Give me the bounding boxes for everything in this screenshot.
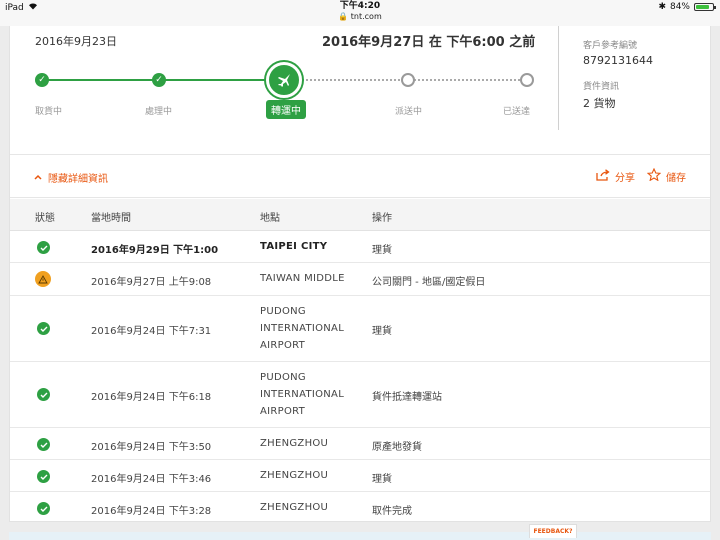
table-row: 2016年9月24日 下午7:31 PUDONG INTERNATIONAL A… (10, 296, 710, 362)
header-time: 當地時間 (91, 213, 131, 224)
status-bar: iPad 下午4:20 🔒 tnt.com ✱ 84% (0, 0, 720, 26)
row-action: 理貨 (372, 245, 392, 256)
table-row: 2016年9月24日 下午3:46 ZHENGZHOU 理貨 (10, 460, 710, 492)
table-row: 2016年9月24日 下午3:28 ZHENGZHOU 取件完成 (10, 492, 710, 524)
row-time: 2016年9月24日 下午3:50 (91, 442, 212, 453)
shipment-summary: 2016年9月23日 2016年9月27日 在 下午6:00 之前 ✓ 取貨中 … (10, 26, 710, 155)
star-icon (646, 167, 662, 184)
footer-strip (9, 532, 711, 540)
check-icon (37, 438, 50, 451)
row-time: 2016年9月24日 下午3:46 (91, 474, 212, 485)
row-location: ZHENGZHOU (260, 438, 329, 449)
header-status: 狀態 (35, 213, 55, 224)
progress-line-pending (302, 79, 528, 81)
row-action: 公司關門 - 地區/國定假日 (372, 277, 486, 288)
bluetooth-icon: ✱ (658, 2, 666, 12)
reference-block: 客戶參考編號 8792131644 貨件資訊 2 貨物 (583, 38, 653, 123)
step-delivery-label: 派送中 (395, 107, 423, 117)
row-action: 理貨 (372, 474, 392, 485)
check-icon (37, 322, 50, 335)
feedback-button[interactable]: FEEDBACK? (529, 524, 577, 538)
row-action: 取件完成 (372, 506, 412, 517)
divider (558, 26, 559, 130)
start-date: 2016年9月23日 (35, 35, 117, 48)
step-pickup-label: 取貨中 (35, 107, 63, 117)
save-button[interactable]: 儲存 (646, 167, 686, 184)
action-bar: 隱藏詳細資訊 分享 儲存 (10, 156, 710, 198)
chevron-up-icon (34, 172, 42, 183)
header-action: 操作 (372, 213, 392, 224)
table-row: 2016年9月27日 上午9:08 TAIWAN MIDDLE 公司關門 - 地… (10, 263, 710, 296)
row-time: 2016年9月24日 下午7:31 (91, 326, 212, 337)
plane-icon (266, 62, 302, 98)
cargo-value: 2 貨物 (583, 97, 616, 110)
table-header: 狀態 當地時間 地點 操作 (10, 199, 710, 231)
ref-label: 客戶參考編號 (583, 41, 638, 51)
battery-icon (694, 3, 716, 11)
eta: 2016年9月27日 在 下午6:00 之前 (322, 35, 536, 50)
row-location: ZHENGZHOU (260, 502, 329, 513)
ref-value: 8792131644 (583, 54, 653, 67)
table-row: 2016年9月24日 下午3:50 ZHENGZHOU 原產地發貨 (10, 428, 710, 460)
warning-icon (35, 271, 51, 287)
tracking-table: 狀態 當地時間 地點 操作 2016年9月29日 下午1:00 TAIPEI C… (10, 199, 710, 524)
url-bar[interactable]: 🔒 tnt.com (0, 12, 720, 22)
share-label: 分享 (615, 172, 635, 184)
shipment-card: 2016年9月23日 2016年9月27日 在 下午6:00 之前 ✓ 取貨中 … (9, 26, 711, 522)
battery-percent: 84% (669, 2, 690, 12)
hide-details-toggle[interactable]: 隱藏詳細資訊 (34, 170, 108, 185)
check-icon (37, 388, 50, 401)
step-delivery-icon (401, 73, 415, 87)
share-button[interactable]: 分享 (596, 168, 635, 184)
step-processing-icon: ✓ (152, 73, 166, 87)
row-time: 2016年9月29日 下午1:00 (91, 245, 219, 256)
save-label: 儲存 (666, 172, 686, 184)
clock: 下午4:20 (339, 1, 381, 11)
share-icon (596, 168, 610, 184)
check-icon (37, 502, 50, 515)
check-icon (37, 241, 50, 254)
header-location: 地點 (260, 213, 280, 224)
row-location: TAIPEI CITY (260, 241, 328, 252)
row-location: ZHENGZHOU (260, 470, 329, 481)
table-row: 2016年9月29日 下午1:00 TAIPEI CITY 理貨 (10, 231, 710, 263)
step-pickup-icon: ✓ (35, 73, 49, 87)
step-transit-label: 轉運中 (266, 100, 306, 119)
step-delivered-icon (520, 73, 534, 87)
row-time: 2016年9月27日 上午9:08 (91, 277, 212, 288)
step-delivered-label: 已送達 (503, 107, 531, 117)
row-action: 理貨 (372, 326, 392, 337)
progress-tracker: ✓ 取貨中 ✓ 處理中 轉運中 派送中 已送達 (10, 62, 558, 119)
check-icon (37, 470, 50, 483)
hide-details-label: 隱藏詳細資訊 (48, 174, 108, 185)
step-processing-label: 處理中 (145, 107, 173, 117)
row-action: 貨件抵達轉運站 (372, 392, 442, 403)
row-location: PUDONG INTERNATIONAL AIRPORT (260, 306, 345, 351)
row-time: 2016年9月24日 下午3:28 (91, 506, 212, 517)
row-location: TAIWAN MIDDLE (260, 273, 345, 284)
row-location: PUDONG INTERNATIONAL AIRPORT (260, 372, 345, 417)
table-row: 2016年9月24日 下午6:18 PUDONG INTERNATIONAL A… (10, 362, 710, 428)
cargo-label: 貨件資訊 (583, 82, 620, 92)
row-action: 原產地發貨 (372, 442, 422, 453)
row-time: 2016年9月24日 下午6:18 (91, 392, 212, 403)
